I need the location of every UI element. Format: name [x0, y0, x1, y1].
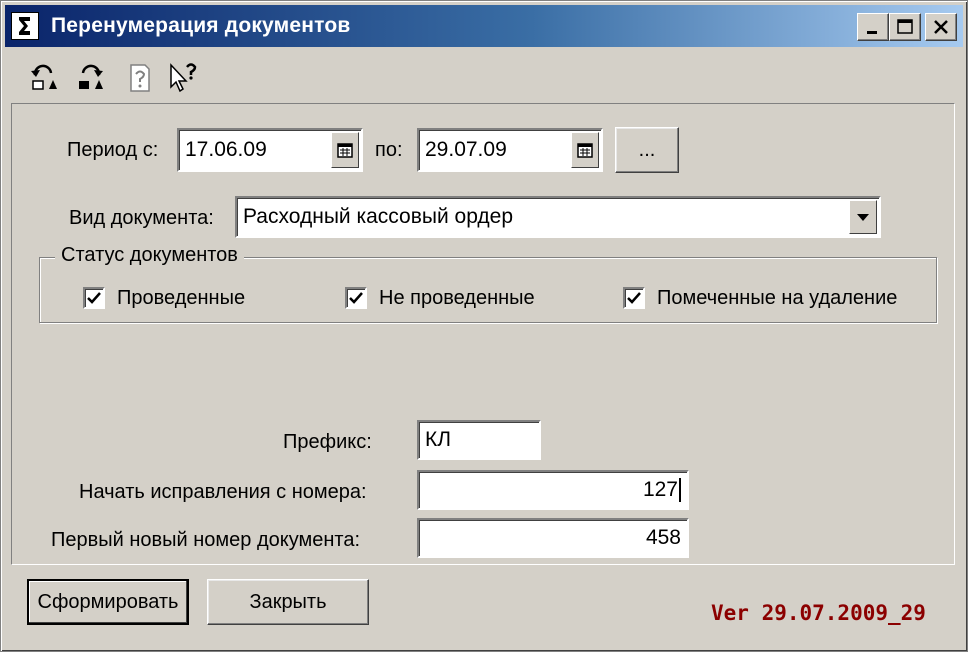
close-dialog-button[interactable]: Закрыть — [207, 579, 369, 625]
toolbar — [11, 57, 311, 97]
undo-icon — [31, 64, 57, 90]
marked-for-deletion-label[interactable]: Помеченные на удаление — [657, 287, 897, 310]
start-from-value: 127 — [642, 478, 678, 501]
maximize-button[interactable] — [889, 13, 921, 41]
checkmark-icon — [349, 292, 363, 304]
period-to-input[interactable]: 29.07.09 — [417, 128, 603, 172]
minimize-icon — [867, 31, 877, 34]
maximize-icon — [897, 19, 913, 34]
not-posted-label[interactable]: Не проведенные — [379, 287, 535, 310]
start-from-label: Начать исправления с номера: — [79, 481, 367, 503]
not-posted-checkbox[interactable] — [345, 287, 367, 309]
period-from-input[interactable]: 17.06.09 — [177, 128, 363, 172]
period-from-calendar-button[interactable] — [331, 132, 359, 168]
first-new-value: 458 — [645, 526, 681, 549]
context-help-button[interactable] — [167, 61, 201, 95]
calendar-icon — [337, 143, 353, 158]
prefix-value: КЛ — [425, 428, 452, 451]
doc-type-dropdown-button[interactable] — [849, 200, 877, 234]
first-new-input[interactable]: 458 — [417, 518, 689, 558]
text-caret — [679, 478, 681, 502]
renumber-dialog: Перенумерация документов Период с: 17.06… — [0, 0, 968, 652]
status-group-title: Статус документов — [55, 244, 244, 267]
period-select-button[interactable]: ... — [615, 127, 679, 173]
period-to-calendar-button[interactable] — [571, 132, 599, 168]
app-icon — [11, 12, 39, 40]
checkmark-icon — [87, 292, 101, 304]
generate-button[interactable]: Сформировать — [27, 579, 189, 625]
close-button[interactable] — [925, 13, 957, 41]
help-page-button[interactable] — [123, 61, 157, 95]
doc-type-value: Расходный кассовый ордер — [243, 205, 514, 228]
first-new-label: Первый новый номер документа: — [51, 529, 361, 551]
start-from-input[interactable]: 127 — [417, 470, 689, 510]
help-page-icon — [130, 64, 150, 92]
undo-button[interactable] — [27, 61, 61, 95]
chevron-down-icon — [857, 214, 869, 221]
period-from-value: 17.06.09 — [185, 138, 267, 161]
period-from-label: Период с: — [67, 139, 159, 161]
marked-for-deletion-checkbox[interactable] — [623, 287, 645, 309]
context-help-icon — [170, 63, 197, 93]
redo-icon — [79, 64, 103, 89]
period-to-label: по: — [375, 139, 403, 161]
version-label: Ver 29.07.2009_29 — [711, 601, 926, 625]
doc-type-select[interactable]: Расходный кассовый ордер — [235, 196, 881, 238]
checkmark-icon — [627, 292, 641, 304]
posted-checkbox[interactable] — [83, 287, 105, 309]
prefix-label: Префикс: — [283, 431, 372, 453]
calendar-icon — [577, 143, 593, 158]
prefix-input[interactable]: КЛ — [417, 420, 541, 460]
window-title: Перенумерация документов — [51, 14, 351, 37]
posted-label[interactable]: Проведенные — [117, 287, 245, 310]
title-bar[interactable]: Перенумерация документов — [5, 5, 963, 47]
close-icon — [934, 20, 948, 34]
period-to-value: 29.07.09 — [425, 138, 507, 161]
minimize-button[interactable] — [857, 13, 889, 41]
doc-type-label: Вид документа: — [69, 207, 214, 229]
redo-button[interactable] — [73, 61, 107, 95]
